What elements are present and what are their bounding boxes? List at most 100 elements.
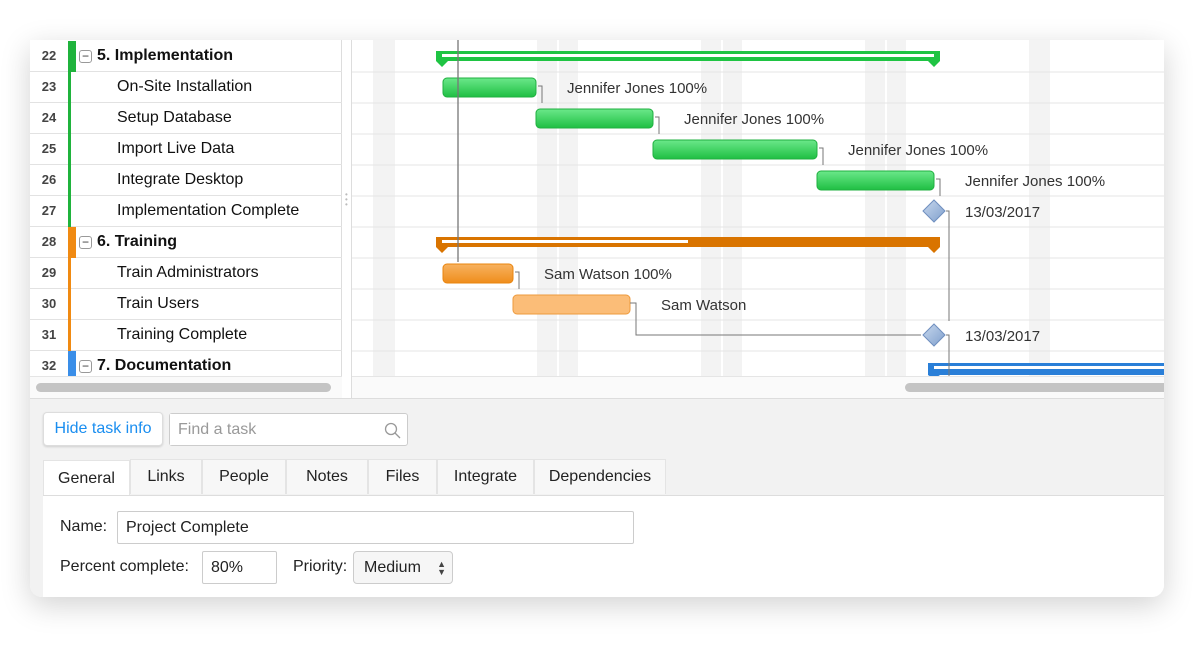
group-color-bar	[68, 258, 71, 289]
tab-general[interactable]: General	[43, 460, 130, 497]
task-bar[interactable]	[652, 139, 818, 160]
summary-progress	[934, 366, 1164, 369]
chart-scrollbar-thumb[interactable]	[905, 383, 1164, 392]
group-color-bar	[68, 165, 71, 196]
task-row[interactable]: 24 Setup Database	[30, 103, 342, 134]
name-field[interactable]: Project Complete	[117, 511, 634, 544]
gantt-canvas: Jennifer Jones 100% Jennifer Jones 100% Je…	[352, 40, 1164, 376]
name-label: Name:	[60, 518, 108, 535]
group-color-bar	[68, 103, 71, 134]
gantt-chart: Jennifer Jones 100% Jennifer Jones 100% Je…	[352, 40, 1164, 376]
task-row[interactable]: 29 Train Administrators	[30, 258, 342, 289]
dependency-link	[819, 147, 824, 165]
milestone-diamond[interactable]	[922, 323, 946, 347]
task-row[interactable]: 27 Implementation Complete	[30, 196, 342, 227]
bar-label[interactable]: Sam Watson	[661, 297, 746, 314]
dependency-link	[936, 178, 941, 196]
task-name: Train Administrators	[117, 264, 259, 281]
task-bar[interactable]	[535, 108, 654, 129]
row-number: 29	[41, 265, 57, 280]
find-task-search[interactable]	[169, 413, 408, 446]
task-row[interactable]: 28 −6. Training	[30, 227, 342, 258]
row-number: 23	[41, 79, 57, 94]
task-name: On-Site Installation	[117, 78, 253, 95]
group-color-bar	[68, 227, 76, 258]
chart-scrollbar[interactable]	[352, 376, 1164, 398]
task-bar[interactable]	[442, 263, 514, 284]
summary-bar-training[interactable]	[436, 237, 940, 253]
task-row[interactable]: 25 Import Live Data	[30, 134, 342, 165]
percent-complete-field[interactable]: 80%	[202, 551, 277, 584]
group-color-bar	[68, 72, 71, 103]
collapse-icon[interactable]: −	[79, 50, 92, 63]
row-number: 27	[41, 203, 57, 218]
task-bar[interactable]	[442, 77, 537, 98]
task-row[interactable]: 30 Train Users	[30, 289, 342, 320]
tab-integrate[interactable]: Integrate	[437, 459, 534, 494]
weekend-column	[887, 40, 906, 376]
task-name: 5. Implementation	[97, 47, 234, 64]
task-name: Implementation Complete	[117, 202, 300, 219]
pane-splitter[interactable]: • • •	[342, 40, 352, 398]
task-row[interactable]: 23 On-Site Installation	[30, 72, 342, 103]
percent-complete-label: Percent complete:	[60, 558, 189, 575]
task-row[interactable]: 22 −5. Implementation	[30, 41, 342, 72]
priority-select[interactable]: Medium ▲ ▼	[353, 551, 453, 584]
tab-people[interactable]: People	[202, 459, 286, 494]
priority-value: Medium	[364, 559, 421, 576]
group-color-bar	[68, 289, 71, 320]
group-color-bar	[68, 41, 76, 72]
collapse-icon[interactable]: −	[79, 236, 92, 249]
tab-links[interactable]: Links	[130, 459, 202, 494]
row-number: 25	[41, 141, 57, 156]
task-name: Import Live Data	[117, 140, 235, 157]
collapse-icon[interactable]: −	[79, 360, 92, 373]
select-arrows-icon: ▲ ▼	[437, 559, 446, 577]
task-bar[interactable]	[816, 170, 935, 191]
weekend-column	[537, 40, 557, 376]
task-name: Setup Database	[117, 109, 232, 126]
drag-handle-icon[interactable]: • • •	[345, 191, 349, 209]
task-name: Training Complete	[117, 326, 248, 343]
task-grid: 22−5. Implementation 23 On-Site Installati…	[30, 40, 342, 382]
task-row[interactable]: 31 Training Complete	[30, 320, 342, 351]
bar-label[interactable]: Jennifer Jones 100%	[848, 142, 988, 159]
bar-label[interactable]: Jennifer Jones 100%	[567, 80, 707, 97]
bar-label[interactable]: Sam Watson 100%	[544, 266, 672, 283]
summary-bar-implementation[interactable]	[436, 51, 940, 67]
tab-files[interactable]: Files	[368, 459, 437, 494]
hide-task-info-button[interactable]: Hide task info	[43, 412, 163, 446]
bar-label[interactable]: Jennifer Jones 100%	[684, 111, 824, 128]
search-icon[interactable]	[384, 422, 401, 439]
weekend-column	[373, 40, 395, 376]
dependency-link	[515, 271, 520, 289]
priority-label: Priority:	[293, 558, 348, 575]
search-input[interactable]	[170, 414, 370, 445]
grid-scrollbar[interactable]	[30, 376, 342, 398]
summary-progress	[442, 240, 688, 243]
group-color-bar	[68, 134, 71, 165]
tab-dependencies[interactable]: Dependencies	[534, 459, 666, 494]
row-number: 24	[41, 110, 57, 125]
weekend-column	[723, 40, 742, 376]
task-bar[interactable]	[512, 294, 631, 315]
bar-label[interactable]: 13/03/2017	[965, 328, 1040, 345]
summary-progress	[442, 54, 934, 57]
bar-label[interactable]: Jennifer Jones 100%	[965, 173, 1105, 190]
grid-scrollbar-thumb[interactable]	[36, 383, 331, 392]
task-row[interactable]: 26 Integrate Desktop	[30, 165, 342, 196]
milestone-diamond[interactable]	[922, 199, 946, 223]
task-name: 6. Training	[97, 233, 178, 250]
gantt-app: 22−5. Implementation 23 On-Site Installati…	[30, 40, 1164, 597]
row-number: 22	[41, 48, 57, 63]
dependency-link	[632, 302, 637, 320]
group-color-bar	[68, 196, 71, 227]
bar-label[interactable]: 13/03/2017	[965, 204, 1040, 221]
row-number: 32	[41, 358, 57, 373]
tab-notes[interactable]: Notes	[286, 459, 368, 494]
dependency-link	[655, 116, 660, 134]
task-info-panel: Hide task info GeneralLinksPeopleNotesFi…	[30, 398, 1164, 597]
summary-bar-documentation[interactable]	[928, 363, 1164, 376]
row-number: 26	[41, 172, 57, 187]
task-name: Integrate Desktop	[117, 171, 244, 188]
